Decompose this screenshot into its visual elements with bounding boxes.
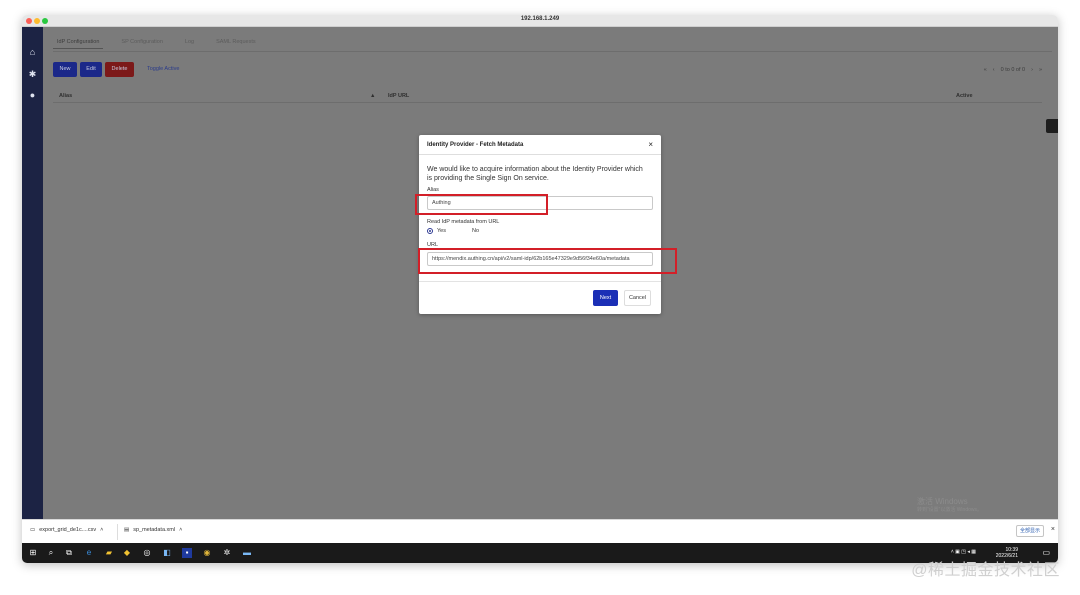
sort-asc-icon[interactable]: ▲ — [370, 93, 375, 99]
column-alias[interactable]: Alias — [59, 93, 72, 99]
close-icon[interactable]: × — [1051, 526, 1055, 533]
toggle-active-button[interactable]: Toggle Active — [142, 62, 184, 77]
next-button[interactable]: Next — [593, 290, 618, 306]
site-watermark: @稀土掘金技术社区 — [911, 562, 1060, 579]
app-icon[interactable]: ◧ — [162, 548, 172, 558]
read-metadata-radio-group: Yes No — [427, 228, 479, 234]
grid-header: Alias ▲ IdP URL Active — [53, 89, 1042, 103]
new-button[interactable]: New — [53, 62, 77, 77]
chevron-up-icon[interactable]: ˄ — [100, 527, 103, 533]
downloads-separator — [117, 524, 118, 540]
download-item[interactable]: ▤ sp_metadata.xml ˄ — [124, 527, 182, 533]
app-icon[interactable]: ▬ — [242, 548, 252, 558]
pager-status: 0 to 0 of 0 — [1000, 67, 1026, 73]
file-icon: ▭ — [30, 527, 36, 533]
fetch-metadata-dialog: Identity Provider - Fetch Metadata × We … — [419, 135, 661, 314]
studio-icon[interactable]: ▪ — [182, 548, 192, 558]
column-active[interactable]: Active — [956, 93, 973, 99]
show-all-downloads-button[interactable]: 全部显示 — [1016, 525, 1044, 537]
no-radio[interactable] — [462, 228, 468, 234]
close-icon[interactable]: × — [648, 140, 653, 149]
tab-idp-configuration[interactable]: IdP Configuration — [53, 37, 104, 49]
file-explorer-icon[interactable]: ▰ — [104, 548, 114, 558]
next-page-button[interactable]: › — [1031, 67, 1033, 73]
activation-title: 激活 Windows — [916, 497, 968, 506]
dialog-intro-text: We would like to acquire information abo… — [427, 166, 643, 182]
task-view-icon[interactable]: ⧉ — [64, 548, 74, 558]
windows-activation-watermark: 激活 Windows 转到“设置”以激活 Windows。 — [917, 497, 982, 515]
yes-radio[interactable] — [427, 228, 433, 234]
delete-button[interactable]: Delete — [105, 62, 134, 77]
search-icon[interactable]: ⌕ — [46, 548, 56, 558]
column-idp-url[interactable]: IdP URL — [388, 93, 409, 99]
dialog-footer-divider — [419, 281, 661, 282]
system-tray-icons[interactable]: ˄ ▣ ◳ ◂ ▦ — [951, 549, 976, 555]
download-item[interactable]: ▭ export_grid_de1c....csv ˄ — [30, 527, 103, 533]
grid-pager: « ‹ 0 to 0 of 0 › » — [984, 67, 1042, 73]
tab-log[interactable]: Log — [181, 37, 198, 49]
grid-toolbar: New Edit Delete Toggle Active — [53, 62, 184, 77]
sidebar: ⌂ ✱ ● — [22, 27, 43, 519]
chevron-up-icon[interactable]: ˄ — [179, 527, 182, 533]
read-metadata-label: Read IdP metadata from URL — [427, 219, 500, 225]
tab-divider — [53, 51, 1052, 52]
windows-start-icon[interactable]: ⊞ — [28, 548, 38, 558]
file-icon: ▤ — [124, 527, 130, 533]
edge-browser-icon[interactable]: e — [84, 548, 94, 558]
alias-highlight-box — [415, 194, 548, 215]
prev-page-button[interactable]: ‹ — [993, 67, 995, 73]
cancel-button[interactable]: Cancel — [624, 290, 651, 306]
windows-taskbar: ⊞ ⌕ ⧉ e ▰ ◆ ◎ ◧ ▪ ◉ ✲ ▬ ˄ ▣ ◳ ◂ ▦ 10:39 … — [22, 543, 1058, 563]
search-tool-icon[interactable]: ◎ — [142, 548, 152, 558]
last-page-button[interactable]: » — [1039, 67, 1042, 73]
download-filename: sp_metadata.xml — [133, 527, 176, 533]
alias-label: Alias — [427, 187, 439, 193]
window-titlebar: 192.168.1.249 — [22, 15, 1058, 27]
settings-icon[interactable]: ✲ — [222, 548, 232, 558]
downloads-bar: ▭ export_grid_de1c....csv ˄ ▤ sp_metadat… — [22, 519, 1058, 543]
tab-saml-requests[interactable]: SAML Requests — [212, 37, 260, 49]
tab-bar: IdP Configuration SP Configuration Log S… — [53, 37, 260, 49]
tab-sp-configuration[interactable]: SP Configuration — [117, 37, 166, 49]
side-panel-tab[interactable] — [1046, 119, 1058, 133]
chrome-icon[interactable]: ◉ — [202, 548, 212, 558]
dialog-header: Identity Provider - Fetch Metadata × — [419, 135, 661, 155]
first-page-button[interactable]: « — [984, 67, 987, 73]
yes-radio-label: Yes — [437, 228, 446, 234]
download-filename: export_grid_de1c....csv — [39, 527, 97, 533]
dialog-title: Identity Provider - Fetch Metadata — [427, 142, 524, 148]
app-icon[interactable]: ◆ — [122, 548, 132, 558]
app-area: ⌂ ✱ ● IdP Configuration SP Configuration… — [22, 27, 1058, 519]
no-radio-label: No — [471, 228, 480, 234]
edit-button[interactable]: Edit — [80, 62, 102, 77]
url-highlight-box — [418, 248, 677, 274]
home-icon[interactable]: ⌂ — [27, 47, 38, 58]
gear-icon[interactable]: ✱ — [27, 69, 38, 80]
window-title: 192.168.1.249 — [520, 16, 560, 22]
user-icon[interactable]: ● — [27, 90, 38, 101]
activation-subtitle: 转到“设置”以激活 Windows。 — [916, 507, 982, 513]
browser-window: 192.168.1.249 ⌂ ✱ ● IdP Configuration SP… — [22, 15, 1058, 563]
